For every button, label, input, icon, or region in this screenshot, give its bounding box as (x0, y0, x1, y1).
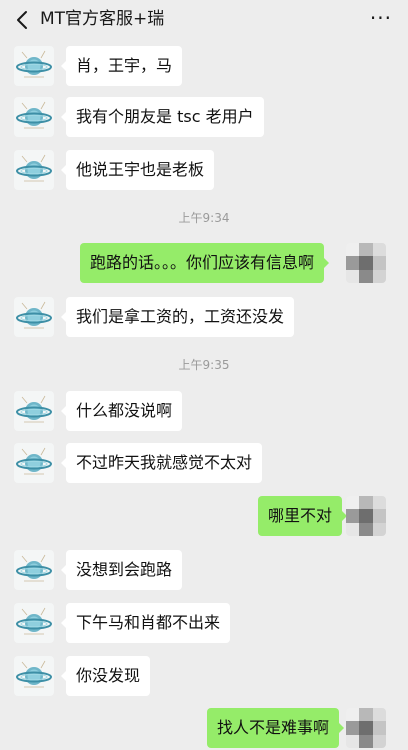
mosaic-cell (372, 256, 386, 270)
contact-avatar[interactable] (14, 97, 54, 137)
contact-avatar[interactable] (14, 550, 54, 590)
mosaic-cell (359, 256, 373, 270)
mosaic-cell (372, 243, 386, 257)
message-list[interactable]: 肖，王宇，马 我有个朋友是 tsc 老用户 他说王宇也是老板 上午9:34 跑路… (0, 40, 408, 750)
planet-logo-icon (16, 447, 52, 475)
contact-avatar[interactable] (14, 391, 54, 431)
mosaic-cell (346, 522, 360, 536)
planet-logo-icon (16, 50, 52, 78)
mosaic-cell (372, 496, 386, 510)
mosaic-cell (372, 708, 386, 722)
pixelated-avatar-icon (346, 496, 386, 536)
mosaic-cell (346, 269, 360, 283)
contact-avatar[interactable] (14, 297, 54, 337)
message-bubble-incoming[interactable]: 不过昨天我就感觉不太对 (60, 443, 263, 483)
planet-logo-icon (16, 554, 52, 582)
mosaic-cell (359, 734, 373, 748)
contact-avatar[interactable] (14, 603, 54, 643)
message-bubble-incoming[interactable]: 肖，王宇，马 (60, 46, 183, 86)
pixelated-avatar-icon (346, 243, 386, 283)
mosaic-cell (346, 708, 360, 722)
message-bubble-incoming[interactable]: 你没发现 (60, 656, 151, 696)
chat-header: MT官方客服+瑞 ··· (0, 0, 408, 40)
message-bubble-incoming[interactable]: 没想到会跑路 (60, 550, 183, 590)
planet-logo-icon (16, 660, 52, 688)
mosaic-cell (346, 734, 360, 748)
planet-logo-icon (16, 301, 52, 329)
timestamp: 上午9:34 (178, 211, 230, 225)
mosaic-cell (359, 243, 373, 257)
self-avatar[interactable] (346, 243, 386, 283)
timestamp: 上午9:35 (178, 358, 230, 372)
mosaic-cell (372, 509, 386, 523)
message-bubble-outgoing[interactable]: 哪里不对 (258, 496, 348, 536)
message-bubble-incoming[interactable]: 下午马和肖都不出来 (60, 603, 231, 643)
planet-logo-icon (16, 101, 52, 129)
mosaic-cell (346, 256, 360, 270)
pixelated-avatar-icon (346, 708, 386, 748)
message-bubble-incoming[interactable]: 我有个朋友是 tsc 老用户 (61, 97, 264, 137)
mosaic-cell (359, 509, 373, 523)
mosaic-cell (346, 509, 360, 523)
planet-logo-icon (16, 607, 52, 635)
mosaic-cell (359, 721, 373, 735)
message-bubble-outgoing[interactable]: 跑路的话。。。你们应该有信息啊 (80, 243, 330, 283)
message-bubble-incoming[interactable]: 他说王宇也是老板 (60, 150, 215, 190)
mosaic-cell (346, 721, 360, 735)
mosaic-cell (372, 734, 386, 748)
contact-avatar[interactable] (14, 46, 54, 86)
mosaic-cell (372, 522, 386, 536)
mosaic-cell (359, 522, 373, 536)
mosaic-cell (359, 269, 373, 283)
contact-avatar[interactable] (14, 443, 54, 483)
chevron-left-icon[interactable] (12, 9, 34, 31)
mosaic-cell (346, 496, 360, 510)
planet-logo-icon (16, 395, 52, 423)
self-avatar[interactable] (346, 496, 386, 536)
chat-title: MT官方客服+瑞 (40, 9, 165, 29)
message-bubble-incoming[interactable]: 我们是拿工资的，工资还没发 (60, 297, 295, 337)
self-avatar[interactable] (346, 708, 386, 748)
mosaic-cell (359, 496, 373, 510)
message-bubble-incoming[interactable]: 什么都没说啊 (60, 391, 183, 431)
contact-avatar[interactable] (14, 656, 54, 696)
message-bubble-outgoing[interactable]: 找人不是难事啊 (207, 708, 345, 748)
mosaic-cell (372, 721, 386, 735)
mosaic-cell (359, 708, 373, 722)
mosaic-cell (346, 243, 360, 257)
contact-avatar[interactable] (14, 150, 54, 190)
more-dots-icon[interactable]: ··· (370, 8, 392, 28)
mosaic-cell (372, 269, 386, 283)
planet-logo-icon (16, 154, 52, 182)
